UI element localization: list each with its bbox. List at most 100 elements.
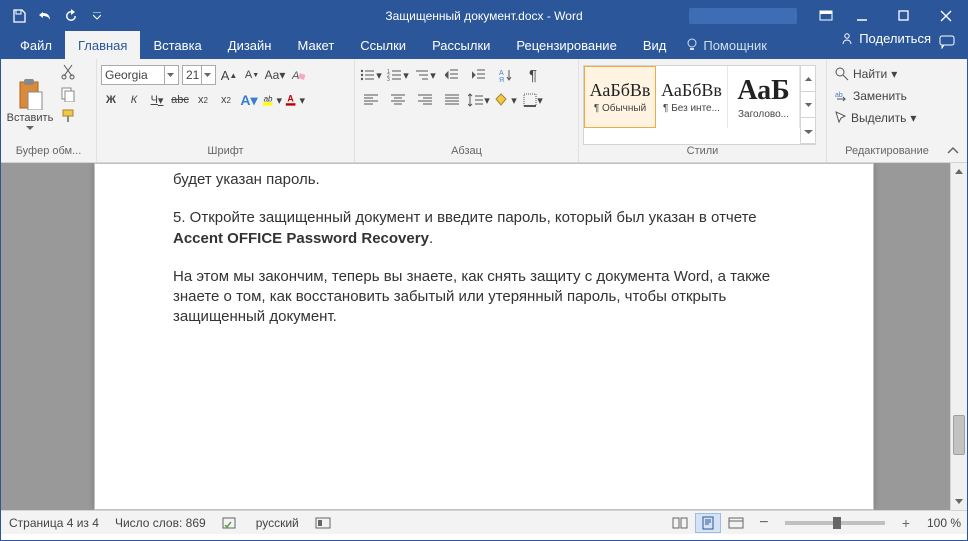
- scroll-track[interactable]: [951, 180, 967, 493]
- style-normal[interactable]: АаБбВв ¶ Обычный: [584, 66, 656, 128]
- undo-icon[interactable]: [33, 4, 57, 28]
- tab-review[interactable]: Рецензирование: [503, 31, 629, 59]
- tab-file[interactable]: Файл: [7, 31, 65, 59]
- style-no-spacing[interactable]: АаБбВв ¶ Без инте...: [656, 66, 728, 128]
- document-page[interactable]: будет указан пароль. 5. Откройте защищен…: [94, 163, 874, 510]
- copy-icon[interactable]: [58, 84, 78, 104]
- close-icon[interactable]: [925, 1, 967, 31]
- scroll-down-icon[interactable]: [951, 493, 967, 510]
- numbering-icon[interactable]: 123▾: [386, 65, 410, 85]
- align-center-icon[interactable]: [386, 90, 410, 110]
- svg-text:A: A: [499, 70, 504, 77]
- borders-icon[interactable]: ▾: [521, 90, 545, 110]
- group-font: Georgia 21 A▲ A▼ Aa▾ A Ж К Ч▾ abc x2 x2 …: [97, 59, 355, 162]
- justify-icon[interactable]: [440, 90, 464, 110]
- bold-button[interactable]: Ж: [101, 90, 121, 110]
- style-heading1[interactable]: АаБ Заголово...: [728, 66, 800, 128]
- superscript-icon[interactable]: x2: [216, 90, 236, 110]
- tab-mailings[interactable]: Рассылки: [419, 31, 503, 59]
- document-area: будет указан пароль. 5. Откройте защищен…: [1, 163, 967, 510]
- zoom-handle[interactable]: [833, 517, 841, 529]
- tab-design[interactable]: Дизайн: [215, 31, 285, 59]
- group-paragraph: ▾ 123▾ ▾ AЯ ¶ ▾ ▾ ▾ Абзац: [355, 59, 579, 162]
- font-size-combo[interactable]: 21: [182, 65, 216, 85]
- group-paragraph-label: Абзац: [359, 145, 574, 162]
- status-page[interactable]: Страница 4 из 4: [9, 516, 99, 530]
- grow-font-icon[interactable]: A▲: [219, 65, 239, 85]
- minimize-icon[interactable]: [841, 1, 883, 31]
- status-words[interactable]: Число слов: 869: [115, 516, 206, 530]
- strikethrough-icon[interactable]: abc: [170, 90, 190, 110]
- tab-insert[interactable]: Вставка: [140, 31, 214, 59]
- line-spacing-icon[interactable]: ▾: [467, 90, 491, 110]
- gallery-down-icon[interactable]: [801, 92, 815, 118]
- comments-icon[interactable]: [939, 35, 959, 55]
- svg-text:ab: ab: [264, 95, 273, 104]
- window-controls: [811, 1, 967, 31]
- multilevel-list-icon[interactable]: ▾: [413, 65, 437, 85]
- tab-layout[interactable]: Макет: [284, 31, 347, 59]
- group-styles-label: Стили: [583, 145, 822, 162]
- lightbulb-icon: [685, 38, 699, 52]
- paste-label: Вставить: [7, 112, 54, 124]
- zoom-level[interactable]: 100 %: [927, 516, 961, 530]
- cut-icon[interactable]: [58, 62, 78, 82]
- highlight-icon[interactable]: ab▾: [262, 90, 282, 110]
- status-spellcheck-icon[interactable]: [222, 516, 240, 530]
- tab-references[interactable]: Ссылки: [347, 31, 419, 59]
- decrease-indent-icon[interactable]: [440, 65, 464, 85]
- view-web-icon[interactable]: [723, 513, 749, 533]
- group-font-label: Шрифт: [101, 145, 350, 162]
- zoom-out-icon[interactable]: −: [751, 513, 777, 533]
- window-title: Защищенный документ.docx - Word: [385, 9, 582, 23]
- view-print-icon[interactable]: [695, 513, 721, 533]
- maximize-icon[interactable]: [883, 1, 925, 31]
- status-macros-icon[interactable]: [315, 516, 331, 530]
- group-clipboard-label: Буфер обм...: [5, 145, 92, 162]
- doc-paragraph: будет указан пароль.: [173, 170, 795, 190]
- redo-icon[interactable]: [59, 4, 83, 28]
- doc-paragraph: На этом мы закончим, теперь вы знаете, к…: [173, 267, 795, 328]
- select-icon: [835, 111, 847, 125]
- user-account[interactable]: [689, 8, 797, 24]
- qat-customize-icon[interactable]: [85, 4, 109, 28]
- format-painter-icon[interactable]: [58, 106, 78, 126]
- share-button[interactable]: Поделиться: [840, 31, 931, 46]
- tab-home[interactable]: Главная: [65, 31, 140, 59]
- shading-icon[interactable]: ▾: [494, 90, 518, 110]
- tab-view[interactable]: Вид: [630, 31, 680, 59]
- zoom-in-icon[interactable]: +: [893, 513, 919, 533]
- align-left-icon[interactable]: [359, 90, 383, 110]
- view-read-icon[interactable]: [667, 513, 693, 533]
- gallery-up-icon[interactable]: [801, 66, 815, 92]
- status-language[interactable]: русский: [256, 516, 299, 530]
- paste-button[interactable]: Вставить: [5, 62, 55, 145]
- subscript-icon[interactable]: x2: [193, 90, 213, 110]
- font-color-icon[interactable]: A▾: [285, 90, 305, 110]
- clear-format-icon[interactable]: A: [288, 65, 308, 85]
- select-button[interactable]: Выделить ▾: [831, 107, 943, 129]
- text-effects-icon[interactable]: A▾: [239, 90, 259, 110]
- scroll-up-icon[interactable]: [951, 163, 967, 180]
- zoom-slider[interactable]: [785, 521, 885, 525]
- show-marks-icon[interactable]: ¶: [521, 65, 545, 85]
- quick-access-toolbar: [1, 4, 109, 28]
- gallery-more-icon[interactable]: [801, 118, 815, 144]
- italic-button[interactable]: К: [124, 90, 144, 110]
- shrink-font-icon[interactable]: A▼: [242, 65, 262, 85]
- ribbon-display-icon[interactable]: [811, 1, 841, 31]
- find-button[interactable]: Найти ▾: [831, 63, 943, 85]
- bullets-icon[interactable]: ▾: [359, 65, 383, 85]
- collapse-ribbon-icon[interactable]: [947, 146, 963, 160]
- increase-indent-icon[interactable]: [467, 65, 491, 85]
- change-case-icon[interactable]: Aa▾: [265, 65, 285, 85]
- scroll-thumb[interactable]: [953, 415, 965, 455]
- tell-me[interactable]: Помощник: [685, 31, 767, 59]
- underline-button[interactable]: Ч▾: [147, 90, 167, 110]
- replace-button[interactable]: abЗаменить: [831, 85, 943, 107]
- align-right-icon[interactable]: [413, 90, 437, 110]
- sort-icon[interactable]: AЯ: [494, 65, 518, 85]
- vertical-scrollbar[interactable]: [950, 163, 967, 510]
- save-icon[interactable]: [7, 4, 31, 28]
- font-name-combo[interactable]: Georgia: [101, 65, 179, 85]
